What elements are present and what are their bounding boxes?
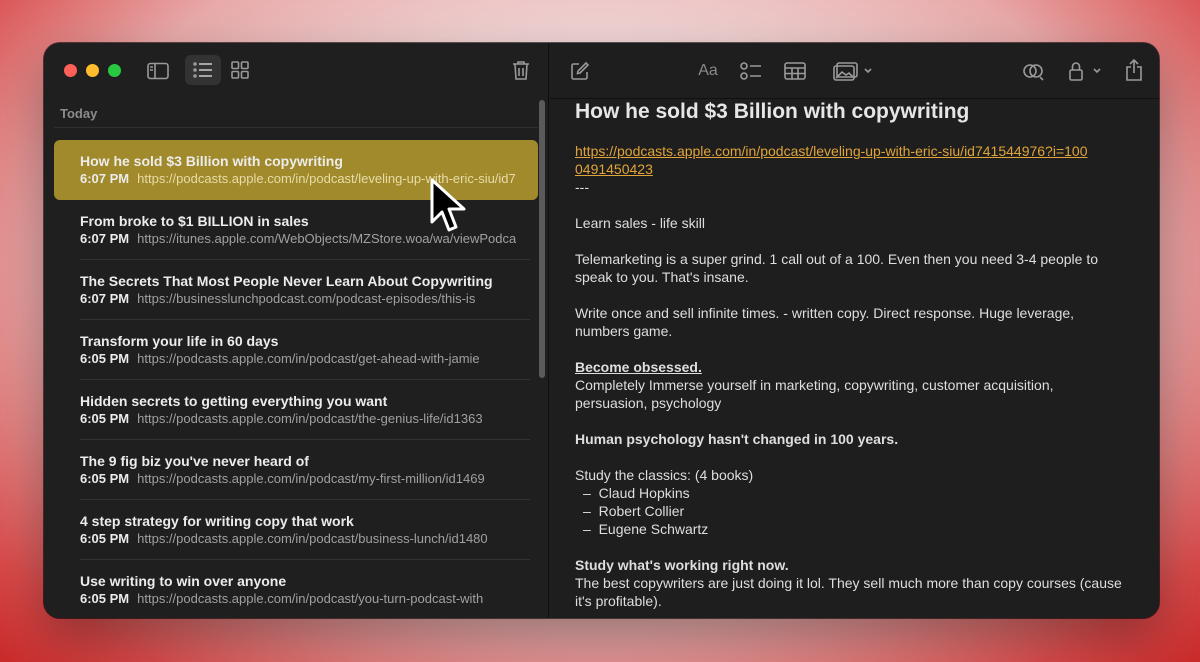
subheading: Study what's working right now. (575, 557, 789, 573)
note-title: Hidden secrets to getting everything you… (80, 393, 388, 409)
note-time: 6:05 PM (80, 411, 130, 426)
gallery-view-icon[interactable] (229, 59, 251, 81)
note-time: 6:05 PM (80, 591, 130, 606)
note-item[interactable]: Hidden secrets to getting everything you… (54, 380, 538, 440)
podcast-link[interactable]: https://podcasts.apple.com/in/podcast/le… (575, 142, 1095, 178)
note-editor-pane: Aa How he sold $3 Billion with copywriti… (550, 43, 1159, 618)
mouse-pointer-icon (430, 178, 468, 241)
note-time: 6:07 PM (80, 291, 130, 306)
subheading: Become obsessed. (575, 359, 702, 375)
note-snippet: https://podcasts.apple.com/in/podcast/yo… (137, 591, 484, 606)
note-title: The Secrets That Most People Never Learn… (80, 273, 493, 289)
compose-icon[interactable] (568, 59, 592, 83)
media-icon[interactable] (832, 59, 874, 83)
notes-list-pane: Today How he sold $3 Billion with copywr… (44, 43, 549, 618)
note-title: Transform your life in 60 days (80, 333, 279, 349)
note-item[interactable]: Transform your life in 60 days 6:05 PM ht… (54, 320, 538, 380)
note-time: 6:05 PM (80, 471, 130, 486)
paragraph: Study the classics: (4 books) (575, 467, 754, 483)
note-time: 6:05 PM (80, 351, 130, 366)
book-list-item: – Eugene Schwartz (583, 521, 709, 537)
section-header-today: Today (60, 106, 98, 121)
close-window-button[interactable] (64, 64, 77, 77)
subheading: Human psychology hasn't changed in 100 y… (575, 431, 899, 447)
notes-window: Today How he sold $3 Billion with copywr… (44, 43, 1159, 618)
note-body[interactable]: How he sold $3 Billion with copywriting … (575, 98, 1129, 610)
sidebar-toggle-icon[interactable] (146, 59, 170, 83)
zoom-window-button[interactable] (108, 64, 121, 77)
note-heading: How he sold $3 Billion with copywriting (575, 100, 970, 123)
note-snippet: https://podcasts.apple.com/in/podcast/bu… (137, 531, 488, 546)
section-divider (54, 127, 538, 128)
minimize-window-button[interactable] (86, 64, 99, 77)
note-snippet: https://podcasts.apple.com/in/podcast/my… (137, 471, 485, 486)
list-view-icon[interactable] (185, 55, 221, 85)
note-snippet: https://podcasts.apple.com/in/podcast/th… (137, 411, 483, 426)
checklist-icon[interactable] (738, 59, 764, 83)
paragraph: Learn sales - life skill (575, 215, 705, 231)
paragraph: The best copywriters are just doing it l… (575, 575, 1122, 609)
format-text-icon[interactable]: Aa (694, 59, 722, 83)
note-title: 4 step strategy for writing copy that wo… (80, 513, 354, 529)
note-item[interactable]: The 9 fig biz you've never heard of 6:05… (54, 440, 538, 500)
note-item[interactable]: 4 step strategy for writing copy that wo… (54, 500, 538, 560)
book-list-item: – Robert Collier (583, 503, 685, 519)
share-icon[interactable] (1122, 57, 1146, 83)
note-title: Use writing to win over anyone (80, 573, 287, 589)
note-snippet: https://podcasts.apple.com/in/podcast/ge… (137, 351, 480, 366)
list-scrollbar[interactable] (539, 100, 545, 378)
editor-toolbar: Aa (550, 43, 1159, 99)
separator-text: --- (575, 179, 589, 195)
trash-icon[interactable] (510, 58, 532, 82)
collaborate-icon[interactable] (1020, 59, 1046, 83)
note-time: 6:05 PM (80, 531, 130, 546)
note-item[interactable]: Use writing to win over anyone 6:05 PM ht… (54, 560, 538, 618)
list-toolbar (44, 43, 549, 99)
lock-icon[interactable] (1065, 59, 1105, 83)
note-time: 6:07 PM (80, 231, 130, 246)
paragraph: Write once and sell infinite times. - wr… (575, 305, 1075, 339)
paragraph: Telemarketing is a super grind. 1 call o… (575, 251, 1099, 285)
note-title: The 9 fig biz you've never heard of (80, 453, 309, 469)
note-title: How he sold $3 Billion with copywriting (80, 153, 343, 169)
note-time: 6:07 PM (80, 171, 130, 186)
note-item[interactable]: The Secrets That Most People Never Learn… (54, 260, 538, 320)
table-icon[interactable] (782, 59, 808, 83)
book-list-item: – Claud Hopkins (583, 485, 690, 501)
paragraph: Completely Immerse yourself in marketing… (575, 377, 1054, 411)
note-snippet: https://businesslunchpodcast.com/podcast… (137, 291, 476, 306)
